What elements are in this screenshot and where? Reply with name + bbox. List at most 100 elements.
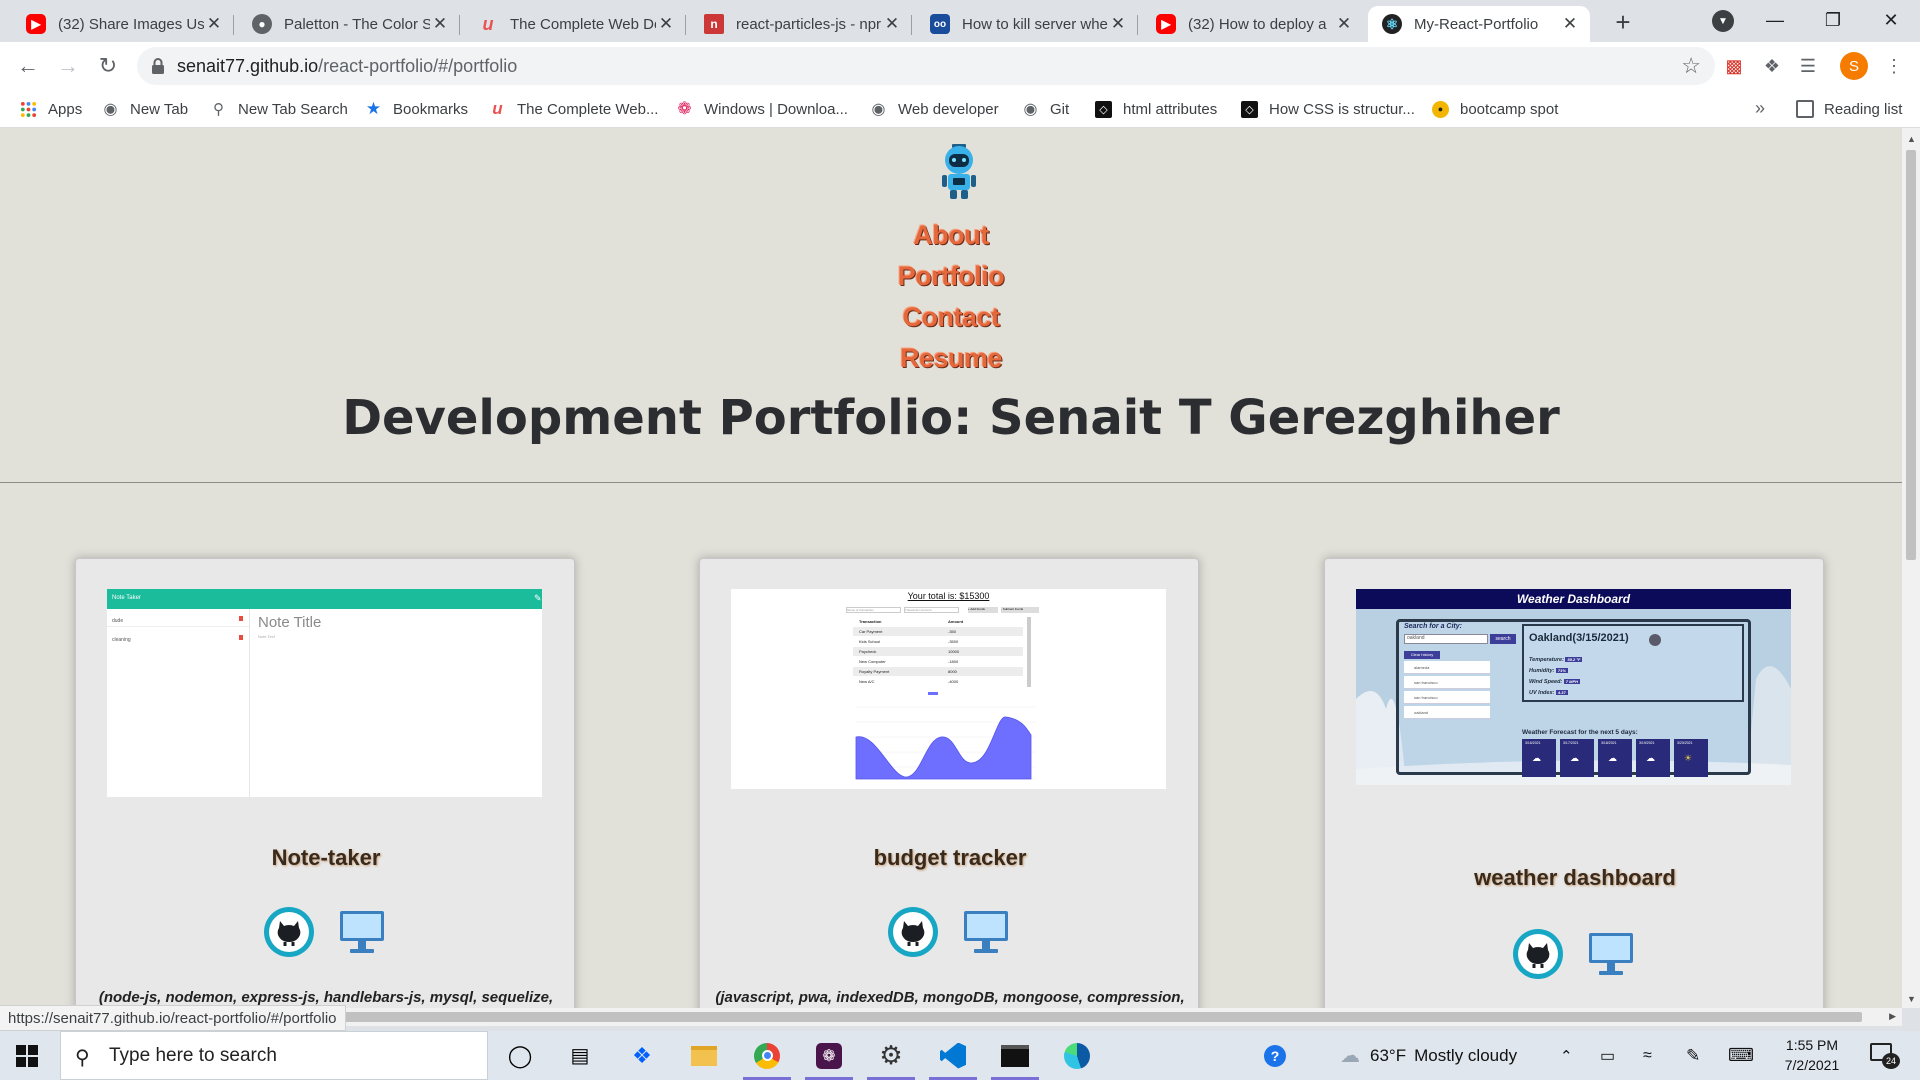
- scroll-right-arrow-icon[interactable]: ▶: [1889, 1011, 1896, 1022]
- help-icon[interactable]: ?: [1264, 1031, 1286, 1080]
- search-icon: ⚲: [213, 101, 224, 118]
- deployed-app-monitor-icon[interactable]: [962, 909, 1010, 955]
- bookmarks-overflow-button[interactable]: »: [1755, 98, 1765, 119]
- scroll-down-arrow-icon[interactable]: ▼: [1907, 994, 1916, 1004]
- table-cell: -350: [948, 629, 957, 634]
- bookmark-web-developer[interactable]: ◉ Web developer: [870, 98, 999, 120]
- keyboard-icon[interactable]: ⌨: [1728, 1031, 1754, 1080]
- bookmark-bookmarks[interactable]: ★ Bookmarks: [365, 98, 468, 120]
- delete-icon: [239, 635, 243, 640]
- deployed-app-monitor-icon[interactable]: [338, 909, 386, 955]
- tab-separator: [911, 15, 912, 35]
- minimize-icon[interactable]: —: [1752, 4, 1798, 36]
- close-tab-icon[interactable]: ✕: [1334, 14, 1354, 34]
- tab-youtube-deploy[interactable]: ▶ (32) How to deploy a ✕: [1142, 6, 1364, 42]
- tab-youtube-share-images[interactable]: ▶ (32) Share Images Usin ✕: [12, 6, 234, 42]
- project-screenshot-weather-dashboard[interactable]: Weather Dashboard Search for a City: oak…: [1356, 589, 1791, 785]
- github-link-button[interactable]: [264, 907, 314, 957]
- pen-icon[interactable]: ✎: [1686, 1031, 1700, 1080]
- close-tab-icon[interactable]: ✕: [430, 14, 450, 34]
- vertical-scrollbar[interactable]: ▲ ▼: [1902, 128, 1920, 1008]
- notifications-icon[interactable]: 24: [1870, 1043, 1900, 1069]
- nav-about-link[interactable]: About: [0, 220, 1902, 251]
- terminal-icon: [1001, 1044, 1029, 1067]
- system-clock[interactable]: 1:55 PM 7/2/2021: [1772, 1035, 1852, 1075]
- url-text[interactable]: senait77.github.io/react-portfolio/#/por…: [177, 56, 517, 77]
- bookmark-star-icon[interactable]: ☆: [1681, 53, 1701, 79]
- tech-stack-text: (javascript, pwa, indexedDB, mongoDB, mo…: [715, 989, 1185, 1006]
- project-screenshot-budget-tracker[interactable]: Your total is: $15300 Name of transactio…: [731, 589, 1166, 789]
- windows-start-icon[interactable]: [16, 1045, 38, 1067]
- weather-stat-value: 7 MPH: [1563, 679, 1581, 684]
- close-window-icon[interactable]: ✕: [1868, 4, 1914, 36]
- tab-complete-web-dev[interactable]: u The Complete Web De ✕: [464, 6, 686, 42]
- taskbar-search-box[interactable]: ⚲ Type here to search: [60, 1031, 488, 1080]
- weather-widget[interactable]: ☁ 63°F Mostly cloudy: [1340, 1031, 1517, 1080]
- bookmark-apps[interactable]: Apps: [20, 98, 82, 120]
- close-tab-icon[interactable]: ✕: [1108, 14, 1128, 34]
- menu-kebab-icon[interactable]: ⋮: [1880, 52, 1908, 80]
- media-queue-icon[interactable]: ☰: [1794, 52, 1822, 80]
- task-view-icon[interactable]: ▤: [550, 1031, 610, 1080]
- bookmark-label: Bookmarks: [393, 100, 469, 118]
- cloud-icon: ☁: [1608, 753, 1617, 763]
- github-link-button[interactable]: [888, 907, 938, 957]
- close-tab-icon[interactable]: ✕: [1560, 14, 1580, 34]
- weather-stat-label: UV Index:: [1529, 690, 1556, 696]
- table-cell: -4000: [948, 679, 959, 684]
- forward-icon[interactable]: →: [52, 50, 84, 82]
- tab-search-icon[interactable]: ▼: [1712, 10, 1734, 32]
- bookmark-windows-download[interactable]: ❁ Windows | Downloa...: [676, 98, 848, 120]
- edge-taskbar-icon[interactable]: [1047, 1031, 1107, 1080]
- clear-history-button: Clear history: [1404, 651, 1440, 659]
- url-path: /react-portfolio/#/portfolio: [318, 56, 518, 76]
- new-tab-button[interactable]: +: [1609, 7, 1637, 37]
- close-tab-icon[interactable]: ✕: [656, 14, 676, 34]
- file-explorer-icon[interactable]: [674, 1031, 734, 1080]
- search-city-label: Search for a City:: [1404, 623, 1462, 630]
- bookmark-html-attributes[interactable]: ◇ html attributes: [1095, 98, 1217, 120]
- bookmark-git[interactable]: ◉ Git: [1022, 98, 1070, 120]
- portfolio-page: About Portfolio Contact Resume Developme…: [0, 128, 1902, 1008]
- bookmark-new-tab-search[interactable]: ⚲ New Tab Search: [210, 98, 348, 120]
- close-tab-icon[interactable]: ✕: [882, 14, 902, 34]
- tab-my-react-portfolio[interactable]: ⚛ My-React-Portfolio ✕: [1368, 6, 1590, 42]
- current-weather-stats: Temperature: 55.2 °F Humidity: 71% Wind Sp…: [1529, 657, 1629, 701]
- show-hidden-icons-icon[interactable]: ⌃: [1560, 1031, 1573, 1080]
- nav-portfolio-link[interactable]: Portfolio: [0, 261, 1902, 292]
- bookmark-new-tab[interactable]: ◉ New Tab: [102, 98, 189, 120]
- tab-react-particles[interactable]: n react-particles-js - npr ✕: [690, 6, 912, 42]
- scroll-up-arrow-icon[interactable]: ▲: [1907, 134, 1916, 144]
- reading-list-button[interactable]: Reading list: [1796, 98, 1902, 120]
- deployed-app-monitor-icon[interactable]: [1587, 931, 1635, 977]
- dropbox-icon[interactable]: ❖: [612, 1031, 672, 1080]
- table-cell: 10000: [948, 649, 960, 654]
- tab-kill-server[interactable]: oo How to kill server whe ✕: [916, 6, 1138, 42]
- nav-resume-link[interactable]: Resume: [0, 343, 1902, 374]
- project-screenshot-note-taker[interactable]: Note Taker ✎ dude cleaning Note Title No…: [107, 589, 542, 797]
- settings-gear-icon[interactable]: ⚙: [861, 1031, 921, 1080]
- wifi-icon[interactable]: ≈: [1643, 1031, 1652, 1080]
- cortana-icon[interactable]: ◯: [490, 1031, 550, 1080]
- address-bar[interactable]: senait77.github.io/react-portfolio/#/por…: [137, 47, 1715, 85]
- profile-avatar[interactable]: S: [1840, 52, 1868, 80]
- bookmark-how-css[interactable]: ◇ How CSS is structur...: [1241, 98, 1415, 120]
- battery-icon[interactable]: ▭: [1600, 1031, 1615, 1080]
- back-icon[interactable]: ←: [12, 50, 44, 82]
- extensions-puzzle-icon[interactable]: ❖: [1758, 52, 1786, 80]
- terminal-taskbar-icon[interactable]: [985, 1031, 1045, 1080]
- vertical-scroll-thumb[interactable]: [1906, 150, 1916, 560]
- extension-badge-icon[interactable]: ▩: [1720, 52, 1748, 80]
- github-link-button[interactable]: [1513, 929, 1563, 979]
- bookmark-bootcamp-spot[interactable]: ● bootcamp spot: [1432, 98, 1558, 120]
- reload-icon[interactable]: ↻: [92, 50, 124, 82]
- chrome-taskbar-icon[interactable]: [737, 1031, 797, 1080]
- nav-contact-link[interactable]: Contact: [0, 302, 1902, 333]
- close-tab-icon[interactable]: ✕: [204, 14, 224, 34]
- vscode-taskbar-icon[interactable]: [923, 1031, 983, 1080]
- tab-paletton[interactable]: ● Paletton - The Color S ✕: [238, 6, 460, 42]
- slack-taskbar-icon[interactable]: ❁: [799, 1031, 859, 1080]
- bookmark-complete-web[interactable]: u The Complete Web...: [489, 98, 658, 120]
- youtube-icon: ▶: [26, 14, 46, 34]
- maximize-icon[interactable]: ❐: [1810, 4, 1856, 36]
